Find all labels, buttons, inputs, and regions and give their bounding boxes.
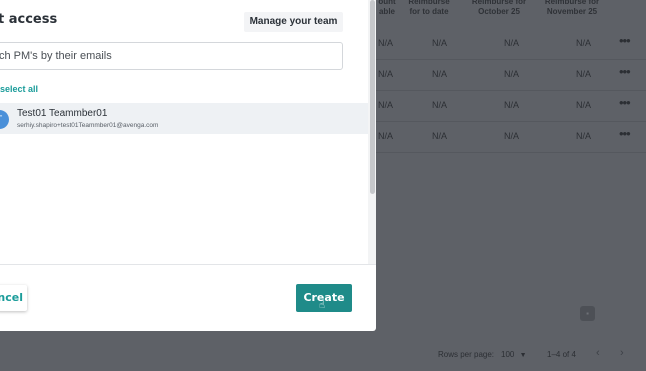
chevron-left-icon[interactable]: ‹ [596,347,600,359]
more-options-icon[interactable]: ••• [619,65,631,78]
column-header-amount-payable: ount able [378,0,396,16]
table-row: N/A N/A N/A N/A ••• [376,28,646,60]
column-header-reimburse-to-date: Reimburse for to date [408,0,450,16]
table-cell: N/A [378,100,394,110]
table-cell: N/A [576,131,592,141]
manage-team-button[interactable]: Manage your team [244,12,343,32]
pm-email-search-input[interactable]: ch PM's by their emails [0,42,343,70]
cancel-button[interactable]: ncel [0,285,27,311]
table-header: ount able Reimburse for to date Reimburs… [376,0,646,24]
table-cell: N/A [504,69,520,79]
more-options-icon[interactable]: ••• [619,34,631,47]
table-cell: N/A [378,131,394,141]
modal-title: t access [0,12,58,27]
table-row: N/A N/A N/A N/A ••• [376,121,646,153]
table-cell: N/A [432,100,448,110]
pagination-range: 1–4 of 4 [547,350,576,359]
avatar: T [0,110,9,129]
table-cell: N/A [504,131,520,141]
table-cell: N/A [378,69,394,79]
rows-per-page-value: 100 [501,350,515,359]
footer-divider [0,264,376,265]
table-cell: N/A [576,100,592,110]
person-name: Test01 Teammber01 [17,108,108,119]
scrollbar-thumb[interactable] [370,0,375,194]
column-header-reimburse-october: Reimburse for October 25 [471,0,527,16]
chat-icon[interactable]: ▪ [580,306,595,321]
table-cell: N/A [504,38,520,48]
rows-per-page-select[interactable]: 100 ▼ [501,350,527,359]
chevron-down-icon: ▼ [519,352,527,359]
table-row: N/A N/A N/A N/A ••• [376,90,646,122]
chevron-right-icon[interactable]: › [620,347,624,359]
table-cell: N/A [504,100,520,110]
hand-cursor-icon: ☝ [319,300,326,311]
column-header-reimburse-november: Reimburse for November 25 [544,0,600,16]
table-cell: N/A [576,69,592,79]
select-all-link[interactable]: select all [0,84,38,94]
table-cell: N/A [432,131,448,141]
more-options-icon[interactable]: ••• [619,96,631,109]
list-item-person[interactable]: T Test01 Teammber01 serhiy.shapiro+test0… [0,103,368,134]
table-cell: N/A [432,69,448,79]
access-modal: t access Manage your team ch PM's by the… [0,0,376,331]
person-email: serhiy.shapiro+test01Teammber01@avenga.c… [17,122,159,129]
table-cell: N/A [432,38,448,48]
table-row: N/A N/A N/A N/A ••• [376,59,646,91]
table-cell: N/A [576,38,592,48]
rows-per-page-label: Rows per page: [438,350,495,359]
more-options-icon[interactable]: ••• [619,127,631,140]
table-cell: N/A [378,38,394,48]
